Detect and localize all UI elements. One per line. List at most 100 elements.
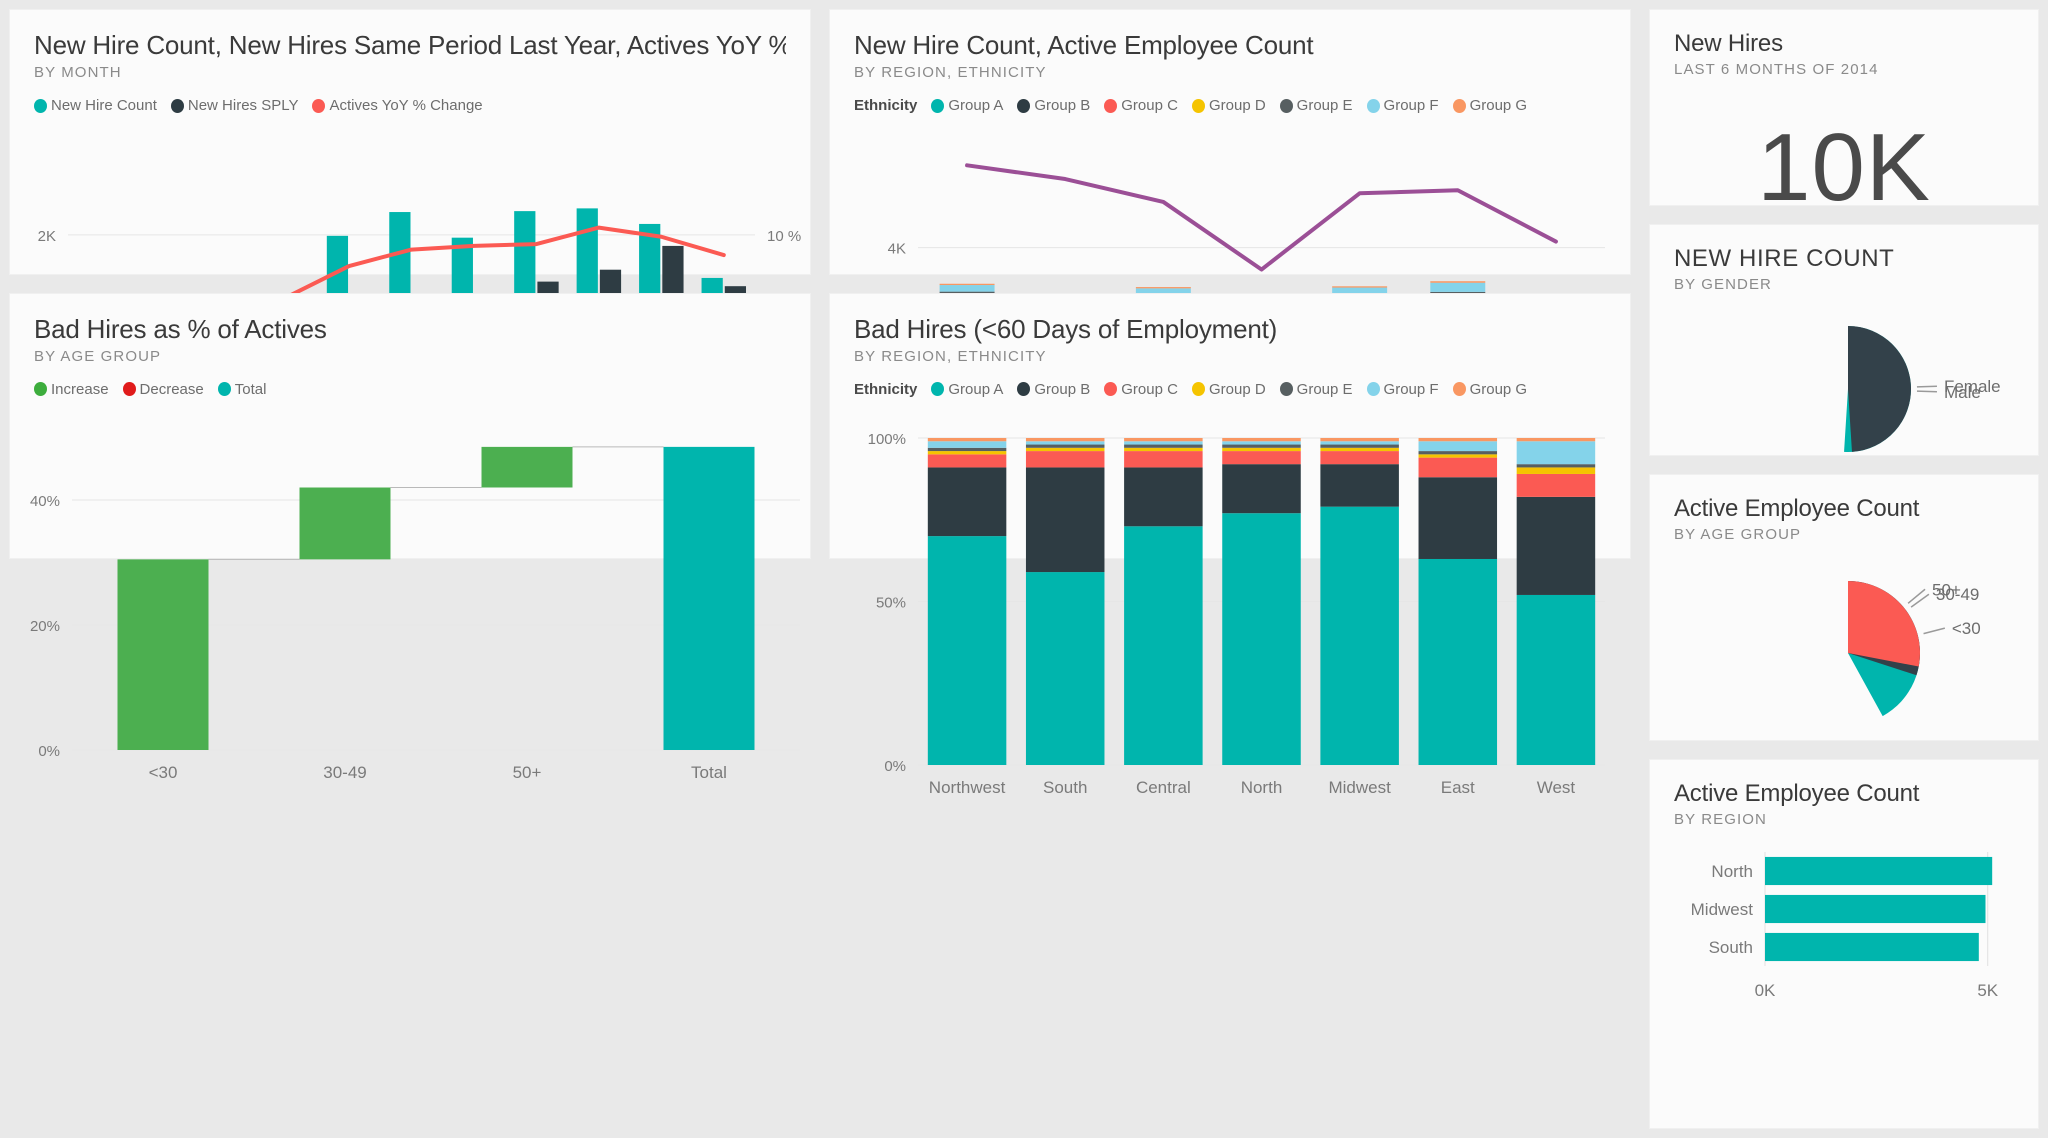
svg-text:5K: 5K (1977, 981, 1998, 1000)
legend-ethnicity-top: Ethnicity Group A Group B Group C Group D Gr… (830, 81, 1630, 114)
tile-new-hires-kpi[interactable]: New Hires LAST 6 MONTHS OF 2014 10K (1650, 10, 2038, 216)
legend-title: Ethnicity (854, 97, 918, 114)
legend-swatch-icon (1452, 98, 1466, 113)
legend-label: Group E (1296, 97, 1353, 114)
page-title: NEW HIRE COUNT (1674, 245, 1895, 272)
svg-text:South: South (1709, 938, 1753, 957)
tile-subtitle: BY AGE GROUP (1674, 526, 1802, 543)
legend-item[interactable]: Group G (1452, 97, 1527, 114)
tile-header: Active Employee Count BY REGION (1650, 760, 2038, 828)
legend-item[interactable]: Group B (1017, 381, 1090, 398)
chart-plot-area[interactable]: 0K 5K North Midwest South (1650, 838, 2038, 1018)
legend-label: Group F (1383, 97, 1439, 114)
svg-text:Northwest: Northwest (929, 778, 1006, 797)
tile-header: Bad Hires as % of Actives BY AGE GROUP (10, 294, 810, 365)
legend-label: Actives YoY % Change (329, 97, 483, 114)
svg-text:40%: 40% (30, 493, 60, 510)
legend-swatch-icon (931, 98, 945, 113)
legend-label: Group D (1208, 97, 1266, 114)
tile-header: Bad Hires (<60 Days of Employment) BY RE… (830, 294, 1630, 365)
legend-swatch-icon (931, 382, 945, 397)
legend-swatch-icon (1017, 382, 1031, 397)
legend-item[interactable]: Group A (931, 381, 1003, 398)
right-column: New Hires LAST 6 MONTHS OF 2014 10K NEW … (1640, 0, 2048, 1138)
pie-chart-gender[interactable]: Male Female (1650, 297, 2038, 487)
legend-item[interactable]: Group D (1191, 380, 1266, 398)
pie-chart-age[interactable]: <30 30-49 50+ (1650, 553, 2038, 768)
tile-header: New Hire Count, Active Employee Count BY… (830, 10, 1630, 81)
legend-item[interactable]: Group C (1104, 97, 1178, 114)
legend-item[interactable]: Group G (1452, 381, 1527, 398)
legend-items: Group A Group B Group C Group D Group E Group… (931, 97, 1541, 114)
tile-age-pie[interactable]: Active Employee Count BY AGE GROUP <30 30… (1650, 475, 2038, 740)
svg-text:<30: <30 (1952, 619, 1981, 638)
legend-item[interactable]: New Hires SPLY (170, 97, 299, 114)
tile-header: NEW HIRE COUNT BY GENDER (1650, 225, 2038, 293)
tile-region-bars[interactable]: Active Employee Count BY REGION 0K 5K Nort… (1650, 760, 2038, 1128)
legend-label: Group D (1208, 380, 1266, 398)
svg-text:East: East (1441, 778, 1475, 797)
page-title: New Hires (1674, 30, 1783, 57)
legend-label: Group E (1296, 380, 1353, 398)
chart-plot-area[interactable]: 0% 50% 100% Northwest South Central North Midwe… (830, 420, 1650, 840)
svg-text:Female: Female (1944, 377, 2001, 396)
legend-ethnicity-bottom: Ethnicity Group A Group B Group C Group D Gr… (830, 365, 1630, 398)
page-title: Bad Hires as % of Actives (34, 313, 327, 344)
legend-item[interactable]: Group D (1191, 97, 1266, 114)
page-title: New Hire Count, New Hires Same Period La… (34, 30, 786, 60)
tile-subtitle: BY REGION (1674, 811, 1767, 828)
legend-label: Group A (948, 380, 1004, 398)
svg-text:50+: 50+ (1932, 580, 1961, 599)
svg-text:10 %: 10 % (767, 228, 801, 245)
legend-swatch-icon (1104, 98, 1118, 113)
legend-label: New Hires SPLY (187, 97, 299, 114)
svg-text:0%: 0% (38, 743, 60, 760)
svg-text:North: North (1711, 862, 1753, 881)
legend-item[interactable]: Group F (1366, 380, 1439, 398)
legend-label: Group F (1383, 380, 1439, 398)
legend-items: Group A Group B Group C Group D Group E Group… (931, 381, 1541, 398)
svg-text:4K: 4K (888, 241, 906, 258)
legend-label: Group C (1121, 97, 1178, 114)
legend-new-hire-trend: New Hire Count New Hires SPLY Actives Yo… (10, 81, 810, 114)
legend-item[interactable]: Group C (1104, 381, 1178, 398)
kpi-value: 10K (1757, 114, 1931, 221)
legend-swatch-icon (1366, 98, 1380, 113)
legend-swatch-icon (1279, 98, 1293, 113)
left-column: New Hire Count, New Hires Same Period La… (0, 0, 820, 782)
legend-item[interactable]: Group B (1017, 97, 1090, 114)
legend-swatch-icon (1191, 98, 1205, 113)
legend-item[interactable]: Group A (931, 97, 1003, 114)
legend-swatch-icon (34, 98, 47, 113)
chart-plot-area[interactable]: 0% 20% 40% <30 30-49 50+ Total (10, 380, 810, 830)
legend-item[interactable]: New Hire Count (34, 97, 157, 114)
tile-subtitle: BY MONTH (34, 64, 122, 81)
legend-item[interactable]: Group E (1279, 97, 1353, 114)
legend-item[interactable]: Group F (1366, 97, 1439, 114)
svg-text:Midwest: Midwest (1691, 900, 1754, 919)
svg-text:South: South (1043, 778, 1087, 797)
tile-subtitle: BY REGION, ETHNICITY (854, 347, 1047, 365)
tile-bad-hires-region[interactable]: Bad Hires (<60 Days of Employment) BY RE… (830, 293, 1630, 797)
page-title: Bad Hires (<60 Days of Employment) (854, 313, 1278, 344)
svg-text:North: North (1241, 778, 1283, 797)
svg-text:20%: 20% (30, 618, 60, 635)
svg-text:30-49: 30-49 (323, 763, 366, 782)
tile-bad-hires-pct[interactable]: Bad Hires as % of Actives BY AGE GROUP I… (10, 293, 810, 782)
page-title: New Hire Count, Active Employee Count (854, 30, 1314, 60)
legend-item[interactable]: Actives YoY % Change (312, 97, 483, 114)
tile-new-hire-region[interactable]: New Hire Count, Active Employee Count BY… (830, 10, 1630, 507)
legend-item[interactable]: Group E (1279, 380, 1353, 398)
svg-text:2K: 2K (38, 228, 56, 245)
legend-swatch-icon (312, 98, 326, 113)
tile-subtitle: LAST 6 MONTHS OF 2014 (1674, 61, 1879, 78)
dashboard-root: New Hire Count, New Hires Same Period La… (0, 0, 2048, 1138)
tile-new-hire-trend[interactable]: New Hire Count, New Hires Same Period La… (10, 10, 810, 476)
legend-swatch-icon (1017, 98, 1031, 113)
svg-text:50+: 50+ (513, 763, 542, 782)
svg-text:Midwest: Midwest (1328, 778, 1391, 797)
middle-column: New Hire Count, Active Employee Count BY… (820, 0, 1640, 797)
legend-title: Ethnicity (854, 380, 918, 398)
tile-gender-pie[interactable]: NEW HIRE COUNT BY GENDER Male Female (1650, 225, 2038, 455)
tile-subtitle: BY AGE GROUP (34, 347, 162, 365)
